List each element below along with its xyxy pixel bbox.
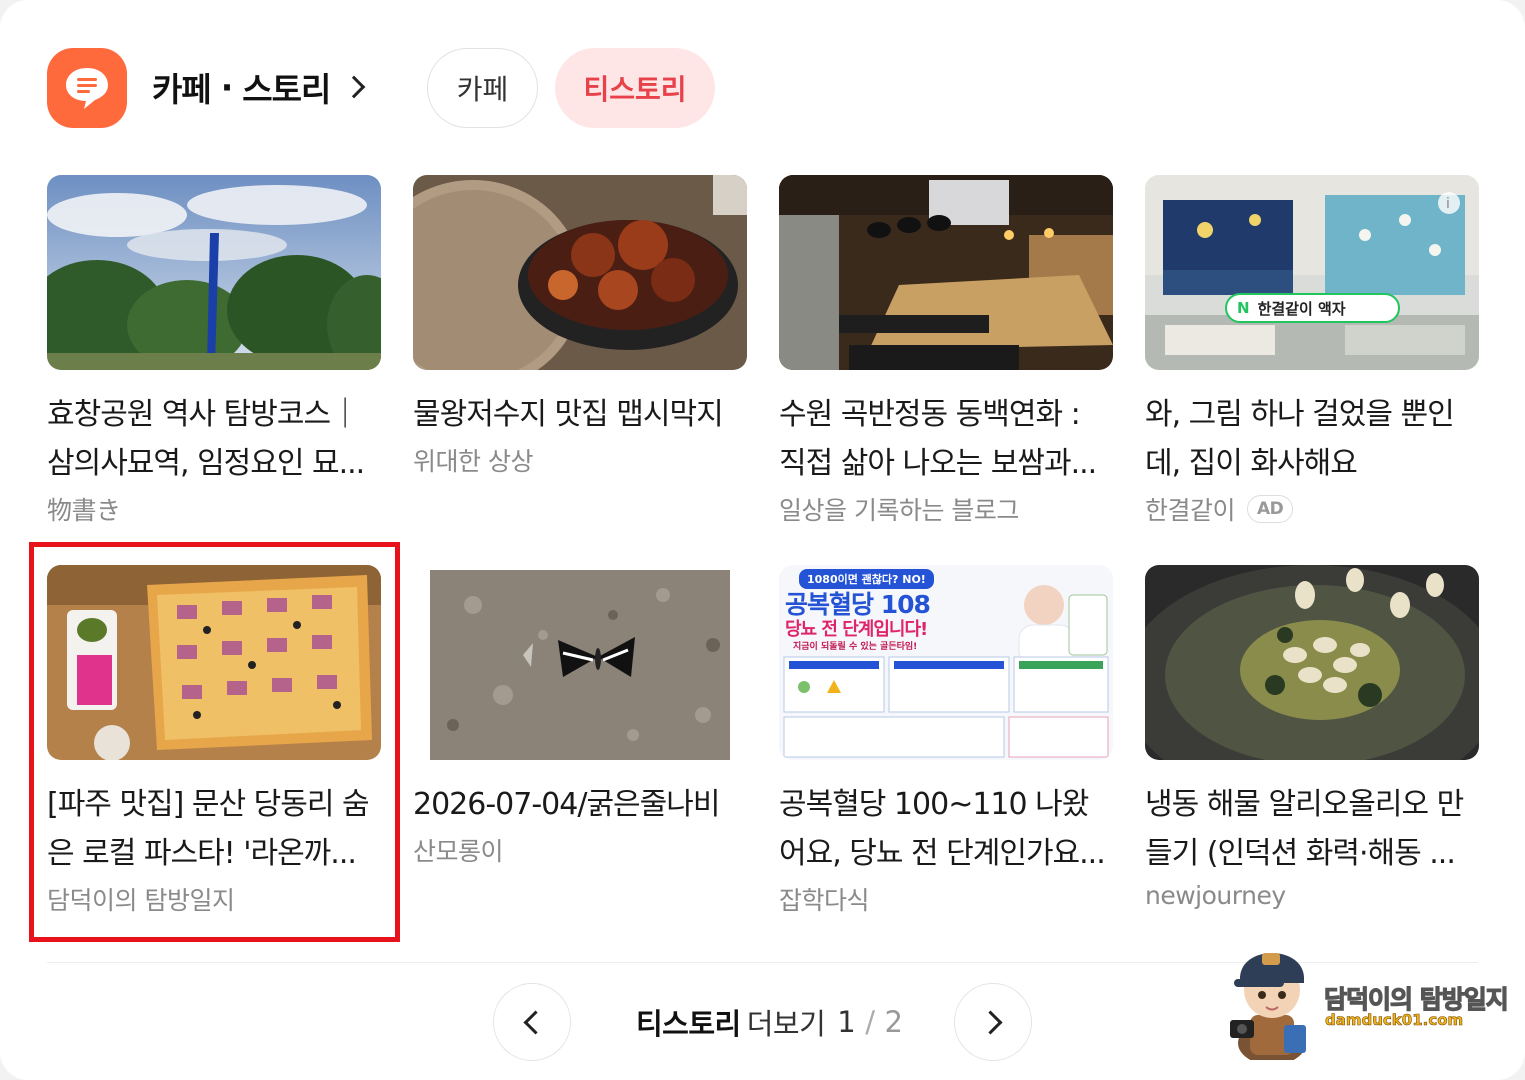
source-name: 한결같이 — [1145, 496, 1236, 525]
cafe-story-logo-icon — [47, 48, 127, 128]
pager-label: 티스토리 — [636, 1007, 741, 1041]
story-source: 한결같이 AD — [1145, 491, 1479, 527]
svg-text:i: i — [1446, 196, 1450, 212]
source-name: 物書き — [47, 496, 121, 525]
story-card[interactable]: 2026-07-04/굵은줄나비 산모롱이 — [413, 565, 747, 868]
story-title[interactable]: 2026-07-04/굵은줄나비 — [413, 780, 747, 829]
butterfly-thumbnail — [413, 565, 747, 760]
story-source: 일상을 기록하는 블로그 — [779, 491, 1113, 527]
story-card[interactable]: 물왕저수지 맛집 맵시막지 위대한 상상 — [413, 175, 747, 478]
story-source: 잡학다식 — [779, 881, 1113, 917]
n-logo-icon: N — [1237, 299, 1250, 317]
chevron-right-icon — [343, 75, 366, 99]
chevron-right-icon — [977, 1009, 1003, 1035]
tab-cafe[interactable]: 카페 — [427, 48, 538, 128]
source-name: 위대한 상상 — [413, 447, 533, 476]
source-name: 산모롱이 — [413, 837, 504, 866]
story-card[interactable]: 1080이면 괜찮다? NO! 공복혈당 108 당뇨 전 단계입니다! 지금이… — [779, 565, 1113, 917]
story-title[interactable]: 냉동 해물 알리오올리오 만들기 (인덕션 화력·해동 ... — [1145, 780, 1479, 878]
pager-total: 2 — [884, 1005, 903, 1039]
story-title[interactable]: 와, 그림 하나 걸었을 뿐인데, 집이 화사해요 — [1145, 390, 1479, 488]
next-page-button[interactable] — [954, 983, 1032, 1061]
story-card[interactable]: 냉동 해물 알리오올리오 만들기 (인덕션 화력·해동 ... newjourn… — [1145, 565, 1479, 910]
story-source: newjourney — [1145, 881, 1479, 910]
section-title-cafe: 카페 — [152, 70, 212, 109]
story-title[interactable]: 수원 곡반정동 동백연화 : 직접 삶아 나오는 보쌈과... — [779, 390, 1113, 488]
story-source: 物書き — [47, 491, 381, 527]
story-title[interactable]: 물왕저수지 맛집 맵시막지 — [413, 390, 747, 439]
highlight-box — [29, 542, 400, 942]
source-name: 잡학다식 — [779, 886, 870, 915]
park-thumbnail — [47, 175, 381, 370]
story-source: 위대한 상상 — [413, 442, 747, 478]
chevron-left-icon — [522, 1009, 548, 1035]
section-title-story: 스토리 — [242, 70, 331, 109]
ad-overlay-text: 한결같이 액자 — [1257, 299, 1346, 318]
watermark-url: damduck01.com — [1325, 1011, 1464, 1030]
story-title[interactable]: 효창공원 역사 탐방코스｜삼의사묘역, 임정요인 묘... — [47, 390, 381, 488]
restaurant-thumbnail — [779, 175, 1113, 370]
watermark-avatar — [1222, 935, 1317, 1065]
story-card[interactable]: 효창공원 역사 탐방코스｜삼의사묘역, 임정요인 묘... 物書き — [47, 175, 381, 527]
story-title[interactable]: 공복혈당 100~110 나왔어요, 당뇨 전 단계인가요... — [779, 780, 1113, 878]
infographic-thumbnail: 1080이면 괜찮다? NO! 공복혈당 108 당뇨 전 단계입니다! 지금이… — [779, 565, 1113, 760]
painting-ad-thumbnail: i N 한결같이 액자 — [1145, 175, 1479, 370]
pager-more: 더보기 — [746, 1007, 826, 1041]
ad-badge[interactable]: AD — [1247, 495, 1294, 523]
prev-page-button[interactable] — [493, 983, 571, 1061]
pager[interactable]: 티스토리 더보기 1 / 2 — [636, 1000, 903, 1044]
garlic-oil-thumbnail — [1145, 565, 1479, 760]
story-card[interactable]: 수원 곡반정동 동백연화 : 직접 삶아 나오는 보쌈과... 일상을 기록하는… — [779, 175, 1113, 527]
ad-card[interactable]: i N 한결같이 액자 와, 그림 하나 걸었을 뿐인데, 집이 화사해요 한결… — [1145, 175, 1479, 527]
stories-panel: 카페 · 스토리 카페 티스토리 효창공원 역사 탐방코스｜삼의사묘역, 임정요… — [0, 0, 1525, 1080]
pager-separator: / — [865, 1005, 875, 1039]
tab-tistory[interactable]: 티스토리 — [555, 48, 715, 128]
pager-current: 1 — [837, 1005, 856, 1039]
source-name: newjourney — [1145, 881, 1286, 910]
search-ad-overlay: N 한결같이 액자 — [1225, 293, 1400, 323]
section-title-link[interactable]: 카페 · 스토리 — [152, 62, 366, 112]
food-thumbnail — [413, 175, 747, 370]
section-title-dot: · — [220, 67, 234, 107]
source-name: 일상을 기록하는 블로그 — [779, 496, 1019, 525]
story-source: 산모롱이 — [413, 832, 747, 868]
